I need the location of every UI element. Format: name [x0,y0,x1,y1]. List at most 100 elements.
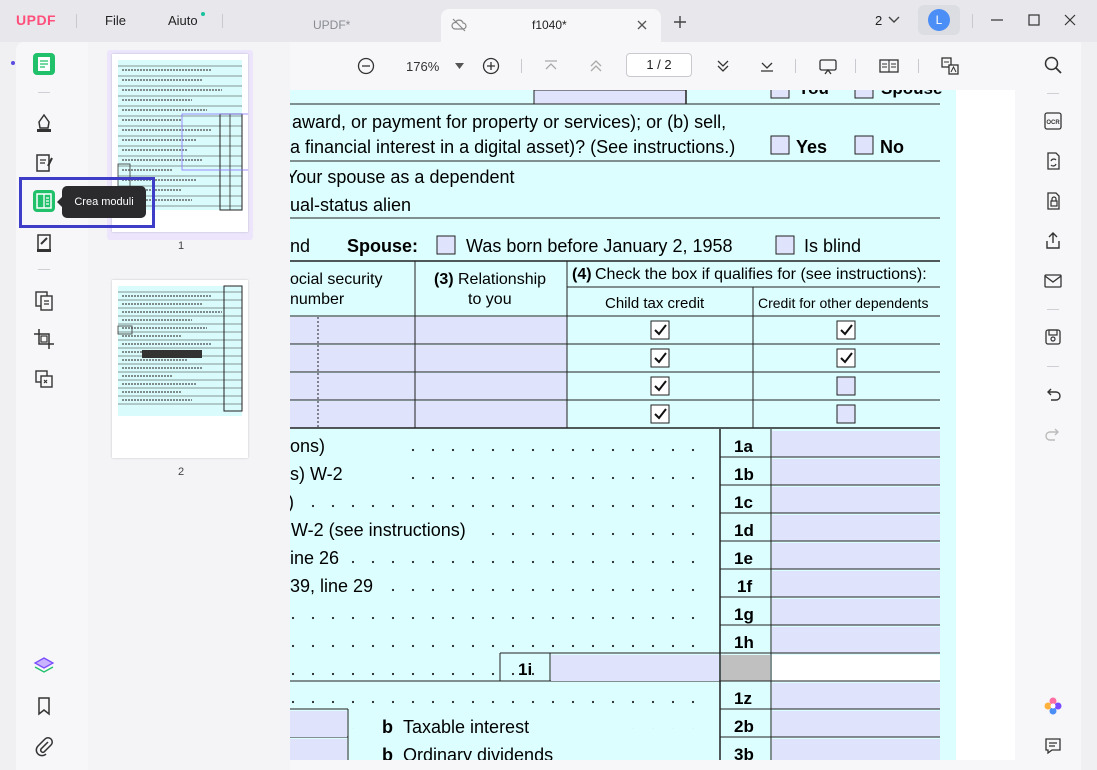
comment-icon[interactable] [1043,736,1063,756]
translate-icon[interactable] [940,56,960,76]
income-text-1a: ons) [290,436,325,456]
dep-col4-child: Child tax credit [605,295,705,312]
next-page-icon[interactable] [713,56,733,76]
tab-label: UPDF* [313,18,351,32]
line-number: 1c [734,493,753,512]
checkbox-child-4[interactable] [650,404,670,424]
chevron-down-icon[interactable] [888,15,900,25]
checkbox-child-2[interactable] [650,348,670,368]
label-born-before: Was born before January 2, 1958 [466,236,733,256]
checkbox-other-1[interactable] [836,320,856,340]
divider [38,92,50,93]
highlighter-icon[interactable] [33,112,55,134]
undo-icon[interactable] [1043,384,1063,404]
spouse-dependent-text: Your spouse as a dependent [290,167,515,187]
checkbox-no[interactable] [854,135,874,155]
menu-help[interactable]: Aiuto [168,13,198,28]
minimize-icon[interactable] [990,13,1004,27]
tab-updf[interactable]: UPDF* [232,9,432,42]
thumbnail-page-2[interactable] [112,280,248,458]
zoom-level[interactable]: 176% [406,59,439,74]
dual-status-text: ual-status alien [290,195,411,215]
presentation-icon[interactable] [818,56,838,76]
left-toolbar [11,42,72,770]
maximize-icon[interactable] [1027,13,1041,27]
sign-icon[interactable] [33,232,55,254]
search-icon[interactable] [1043,55,1063,75]
checkbox-is-blind[interactable] [775,235,795,255]
tab-label: f1040* [532,18,567,32]
income-text-1f: 39, line 29 [290,576,373,596]
checkbox-other-3[interactable] [836,376,856,396]
label-yes: Yes [796,137,827,157]
line-number: 1b [734,465,754,484]
page-number-input[interactable]: 1 / 2 [626,53,692,77]
dep-col3-a: Relationship [458,271,546,288]
close-tab-icon[interactable] [636,19,648,31]
dep-col4-title: Check the box if qualifies for (see inst… [595,266,927,283]
attachment-icon[interactable] [33,735,55,757]
zoom-dropdown-icon[interactable] [455,63,464,69]
income-text-1b: s) W-2 [290,464,343,484]
zoom-out-icon[interactable] [356,56,376,76]
zoom-in-icon[interactable] [481,56,501,76]
income-text-1e: ine 26 [290,548,339,568]
line-number: 3b [734,745,754,760]
divider [76,14,77,28]
menu-file[interactable]: File [105,13,126,28]
dep-col4-other: Credit for other dependents [758,295,928,311]
organize-pages-icon[interactable] [33,290,55,312]
line-number: 1z [734,689,752,708]
save-icon[interactable] [1043,327,1063,347]
new-tab-icon[interactable] [673,15,687,29]
divider [1047,93,1059,94]
last-page-icon[interactable] [757,56,777,76]
window-count[interactable]: 2 [875,13,882,28]
avatar[interactable]: L [928,9,950,31]
tab-f1040[interactable]: f1040* [441,9,661,42]
convert-icon[interactable] [33,368,55,390]
reader-mode-icon[interactable] [33,53,55,75]
checkbox-born-before[interactable] [436,235,456,255]
divider [972,14,973,28]
checkbox-child-1[interactable] [650,320,670,340]
ocr-icon[interactable]: OCR [1043,111,1063,131]
page-display-icon[interactable] [879,56,899,76]
checkbox-yes[interactable] [770,135,790,155]
checkbox-other-4[interactable] [836,404,856,424]
thumbnail-label: 1 [177,240,185,252]
divider [521,59,522,73]
share-icon[interactable] [1043,231,1063,251]
collapse-dot[interactable] [11,61,15,65]
form-content: You Spouse award, or payment for propert… [290,90,942,760]
layers-icon[interactable] [33,655,55,677]
close-window-icon[interactable] [1063,13,1077,27]
convert-pdf-icon[interactable] [1043,151,1063,171]
line-number: 1a [734,437,753,456]
dep-col2-b: number [290,291,345,308]
line-number: 1e [734,549,753,568]
divider [795,59,796,73]
previous-page-icon[interactable] [586,56,606,76]
divider [222,14,223,28]
dep-col3-num: (3) [434,271,454,288]
crop-icon[interactable] [33,328,55,350]
income-text-1c: ) [290,492,294,512]
first-page-icon[interactable] [541,56,561,76]
checkbox-other-2[interactable] [836,348,856,368]
thumbnail-panel: 1 2 [88,42,290,770]
bookmark-icon[interactable] [33,695,55,717]
title-bar: UPDF File Aiuto UPDF* f1040* 2 L [0,0,1097,42]
document-canvas[interactable]: You Spouse award, or payment for propert… [290,90,1015,760]
checkbox-child-3[interactable] [650,376,670,396]
protect-icon[interactable] [1043,191,1063,211]
redo-icon[interactable] [1043,424,1063,444]
ai-assistant-icon[interactable] [1043,696,1063,716]
label-spouse-top: Spouse [881,90,942,98]
email-icon[interactable] [1043,271,1063,291]
svg-text:OCR: OCR [1046,120,1060,126]
dep-col3-b: to you [468,291,512,308]
document-toolbar: 176% 1 / 2 [290,42,1025,90]
edit-pdf-icon[interactable] [33,152,55,174]
updf-logo[interactable]: UPDF [16,12,56,28]
